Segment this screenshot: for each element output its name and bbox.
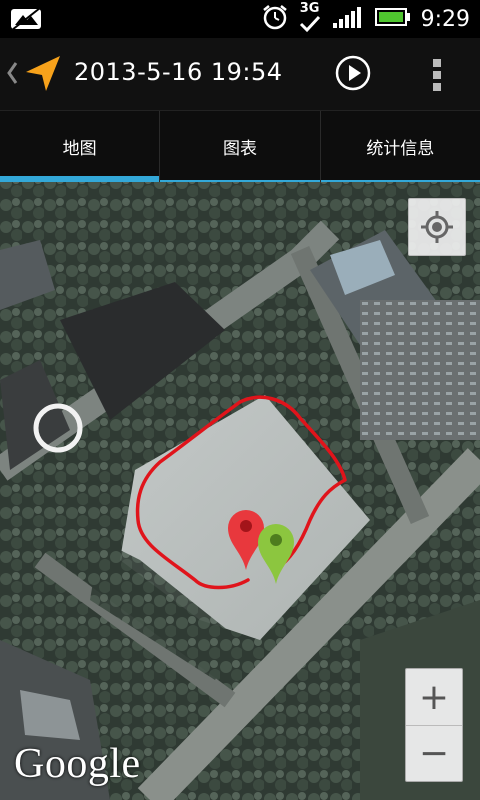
tab-label: 图表 (222, 139, 257, 159)
tab-bar: 地图 图表 统计信息 (0, 111, 480, 182)
zoom-controls: + − (405, 668, 463, 782)
alarm-icon (261, 3, 289, 35)
my-location-button[interactable] (408, 198, 466, 256)
battery-icon (374, 6, 411, 32)
zoom-in-button[interactable]: + (406, 669, 462, 726)
tab-statistics[interactable]: 统计信息 (320, 111, 480, 182)
status-bar: 3G 9:29 (0, 0, 480, 38)
tab-label: 统计信息 (366, 139, 435, 159)
page-title: 2013-5-16 19:54 (74, 58, 283, 86)
notification-icon (10, 6, 44, 36)
overflow-menu-button[interactable] (430, 55, 444, 95)
back-chevron-icon[interactable] (6, 60, 18, 90)
app-logo-icon[interactable] (22, 52, 64, 98)
action-bar: 2013-5-16 19:54 (0, 38, 480, 111)
status-time: 9:29 (420, 6, 470, 32)
zoom-out-button[interactable]: − (406, 725, 462, 781)
network-3g-icon: 3G (299, 2, 321, 36)
tab-chart[interactable]: 图表 (160, 111, 321, 182)
tab-map[interactable]: 地图 (0, 111, 161, 182)
play-button[interactable] (335, 55, 371, 91)
crosshair-icon (421, 211, 453, 243)
google-attribution: Google (14, 741, 141, 787)
end-marker-icon[interactable] (256, 522, 296, 586)
tab-label: 地图 (62, 139, 97, 159)
signal-icon (331, 5, 365, 33)
